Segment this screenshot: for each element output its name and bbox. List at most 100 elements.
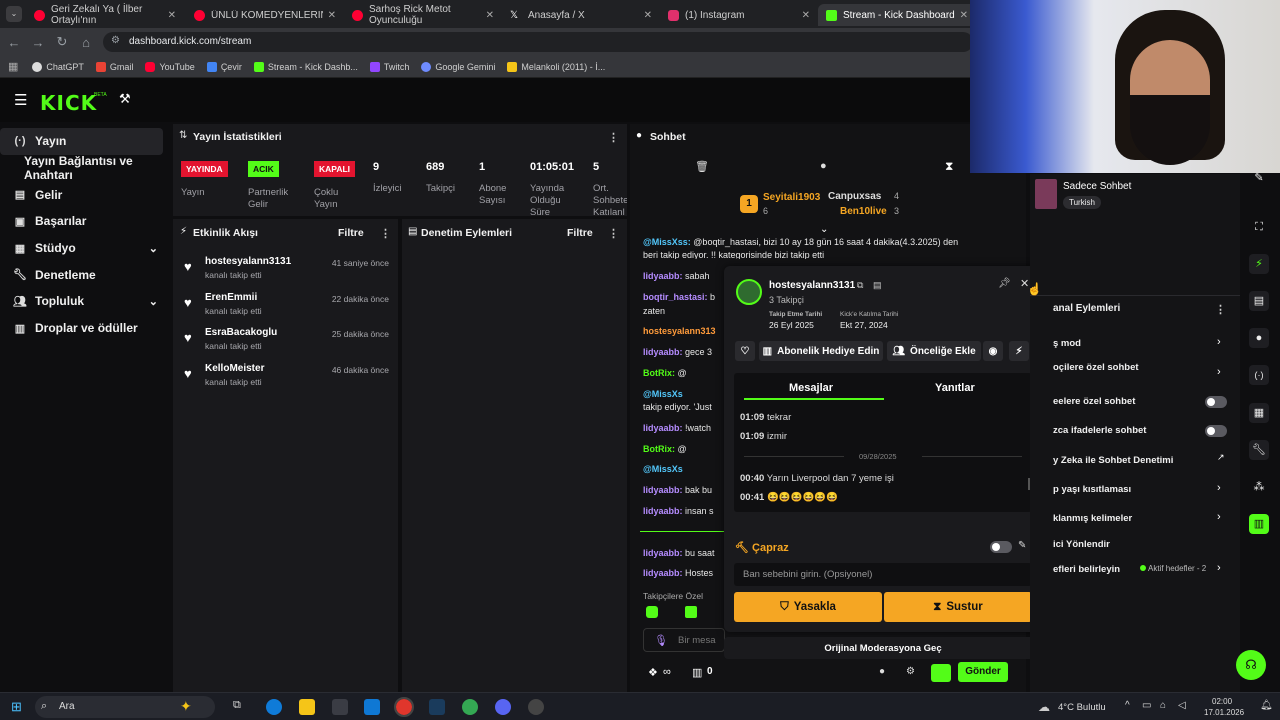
external-link-icon[interactable]: ↗: [1217, 452, 1225, 463]
bookmark-gemini[interactable]: Google Gemini: [421, 61, 495, 72]
chat-settings-icon[interactable]: ●: [820, 160, 827, 172]
home-icon[interactable]: ⌂: [74, 35, 98, 50]
browser-tab-3[interactable]: Sarhoş Rick Metot Oyunculuğu ✕: [344, 4, 502, 26]
pencil-icon[interactable]: ✎: [1018, 540, 1026, 551]
close-icon[interactable]: ✕: [802, 10, 810, 21]
bookmark-translate[interactable]: Çevir: [206, 61, 242, 72]
chevron-down-icon[interactable]: ⌄: [149, 242, 158, 255]
edge-icon[interactable]: [266, 699, 282, 715]
ban-button[interactable]: ⛉ Yasakla: [734, 592, 882, 622]
sidebar-item-stream-key[interactable]: Yayın Bağlantısı ve Anahtarı: [0, 154, 170, 182]
tab-messages[interactable]: Mesajlar: [789, 382, 833, 394]
windows-start-icon[interactable]: ⊞: [11, 699, 22, 715]
browser-tab-2[interactable]: ÜNLÜ KOMEDYENLERİN İLK VİDEOL✕: [186, 4, 344, 26]
back-icon[interactable]: ←: [2, 35, 26, 50]
chevron-up-icon[interactable]: ^: [1125, 700, 1130, 711]
stats-menu-icon[interactable]: ⋮: [608, 131, 619, 144]
sidebar-item-studyo[interactable]: ▦ Stüdyo ⌄: [0, 235, 170, 262]
chevron-right-icon[interactable]: ›: [1217, 482, 1221, 494]
emote-icon[interactable]: [931, 664, 951, 682]
chevron-down-icon[interactable]: ⌄: [820, 224, 828, 235]
close-icon[interactable]: ✕: [328, 10, 336, 21]
sidebar-item-denetleme[interactable]: 🔧︎ Denetleme: [0, 261, 170, 288]
chevron-down-icon[interactable]: ⌄: [149, 295, 158, 308]
activity-filter-button[interactable]: Filtre: [338, 227, 364, 239]
gear-icon[interactable]: ⚙: [906, 666, 915, 677]
document-icon[interactable]: ▤: [1249, 291, 1269, 311]
close-icon[interactable]: ✕: [486, 10, 494, 21]
gift-sub-button[interactable]: ▥ Abonelik Hediye Edin: [759, 341, 883, 361]
bookmark-kick[interactable]: Stream - Kick Dashb...: [253, 61, 358, 72]
speaker-icon[interactable]: ◁: [1178, 700, 1186, 711]
forward-icon[interactable]: →: [26, 35, 50, 50]
hammer-icon[interactable]: ⚒: [119, 91, 131, 107]
tray-icon[interactable]: ▭: [1142, 700, 1151, 711]
wrench-icon[interactable]: 🔧︎: [1249, 440, 1269, 460]
bookmark-gmail[interactable]: Gmail: [95, 61, 133, 72]
activity-menu-icon[interactable]: ⋮: [380, 227, 391, 240]
cross-ban-toggle[interactable]: [990, 541, 1012, 553]
add-priority-button[interactable]: 👥︎ Önceliğe Ekle: [887, 341, 981, 361]
action-subscribers-chat[interactable]: oçilere özel sohbet: [1053, 362, 1139, 373]
tab-replies[interactable]: Yanıtlar: [935, 382, 975, 394]
timeout-button[interactable]: ⧗ Sustur: [884, 592, 1032, 622]
chevron-right-icon[interactable]: ›: [1217, 562, 1221, 574]
steam-icon[interactable]: [429, 699, 445, 715]
grid-icon[interactable]: ▦: [1249, 403, 1269, 423]
emote-picker-icon[interactable]: ❖: [648, 666, 658, 679]
channel-actions-menu-icon[interactable]: ⋮: [1215, 303, 1226, 316]
gift-icon[interactable]: ▥: [692, 666, 702, 679]
mod-menu-icon[interactable]: ⋮: [608, 227, 619, 240]
bookmark-twitch[interactable]: Twitch: [369, 61, 409, 72]
popup-username[interactable]: hostesyalann3131: [769, 280, 855, 291]
chevron-right-icon[interactable]: ›: [1217, 336, 1221, 348]
pin-icon[interactable]: 📌︎: [998, 278, 1011, 289]
chat-bubble-icon[interactable]: ●: [1249, 328, 1269, 348]
browser-tab-5[interactable]: (1) Instagram ✕: [660, 4, 818, 26]
clapper-icon[interactable]: ▥: [1249, 514, 1269, 534]
original-mod-button[interactable]: Orijinal Moderasyona Geç: [724, 637, 1042, 659]
hamburger-menu-icon[interactable]: ☰: [14, 91, 27, 109]
heart-button[interactable]: ♡: [735, 341, 755, 361]
apps-grid-icon[interactable]: ▦: [8, 60, 18, 73]
fullscreen-icon[interactable]: ⛶: [1249, 217, 1269, 237]
clock[interactable]: 02:00: [1212, 697, 1232, 706]
notification-icon[interactable]: 🔔︎: [1260, 700, 1273, 711]
sidebar-item-basarilar[interactable]: ▣ Başarılar: [0, 208, 170, 235]
browser-tab-6[interactable]: Stream - Kick Dashboard ✕: [818, 4, 976, 26]
eye-button[interactable]: ◉: [983, 341, 1003, 361]
close-icon[interactable]: ✕: [960, 10, 968, 21]
action-raid[interactable]: ici Yönlendir: [1053, 539, 1110, 550]
action-set-goals[interactable]: efleri belirleyin: [1053, 564, 1120, 575]
leader-3-name[interactable]: Ben10live: [840, 206, 887, 217]
reload-icon[interactable]: ↻: [50, 34, 74, 50]
trash-icon[interactable]: 🗑︎: [695, 160, 709, 173]
site-info-icon[interactable]: ⚙: [111, 35, 120, 46]
support-headset-icon[interactable]: ☊: [1236, 650, 1266, 680]
chat-bubble-icon[interactable]: ●: [879, 666, 885, 677]
sidebar-item-gelir[interactable]: ▤ Gelir: [0, 181, 170, 208]
mod-filter-button[interactable]: Filtre: [567, 227, 593, 239]
chrome-profile-icon[interactable]: [462, 699, 478, 715]
leader-1-name[interactable]: Seyitali1903: [763, 192, 820, 203]
network-icon[interactable]: ⌂: [1160, 700, 1166, 711]
id-card-icon[interactable]: ▤: [873, 280, 882, 291]
chevron-right-icon[interactable]: ›: [1217, 366, 1221, 378]
chevron-right-icon[interactable]: ›: [1217, 511, 1221, 523]
browser-tab-1[interactable]: Geri Zekalı Ya ( İlber Ortaylı'nın ✕: [26, 4, 184, 26]
file-explorer-icon[interactable]: [299, 699, 315, 715]
hourglass-icon[interactable]: ⧗: [945, 159, 953, 174]
infinity-icon[interactable]: ∞: [663, 666, 671, 678]
send-button[interactable]: Gönder: [958, 662, 1008, 682]
discord-icon[interactable]: [495, 699, 511, 715]
emote-icon[interactable]: [685, 606, 697, 618]
leader-2-name[interactable]: Canpuxsas: [828, 191, 881, 202]
broadcast-icon[interactable]: (·): [1249, 365, 1269, 385]
obs-icon[interactable]: [528, 699, 544, 715]
sidebar-item-topluluk[interactable]: 👥︎ Topluluk ⌄: [0, 288, 170, 315]
bookmark-chatgpt[interactable]: ChatGPT: [32, 61, 84, 72]
action-banned-words[interactable]: klanmış kelimeler: [1053, 513, 1132, 524]
weather-label[interactable]: 4°C Bulutlu: [1058, 702, 1106, 713]
kick-logo[interactable]: KICK: [40, 91, 97, 115]
tab-search-icon[interactable]: ⌄: [6, 6, 22, 22]
